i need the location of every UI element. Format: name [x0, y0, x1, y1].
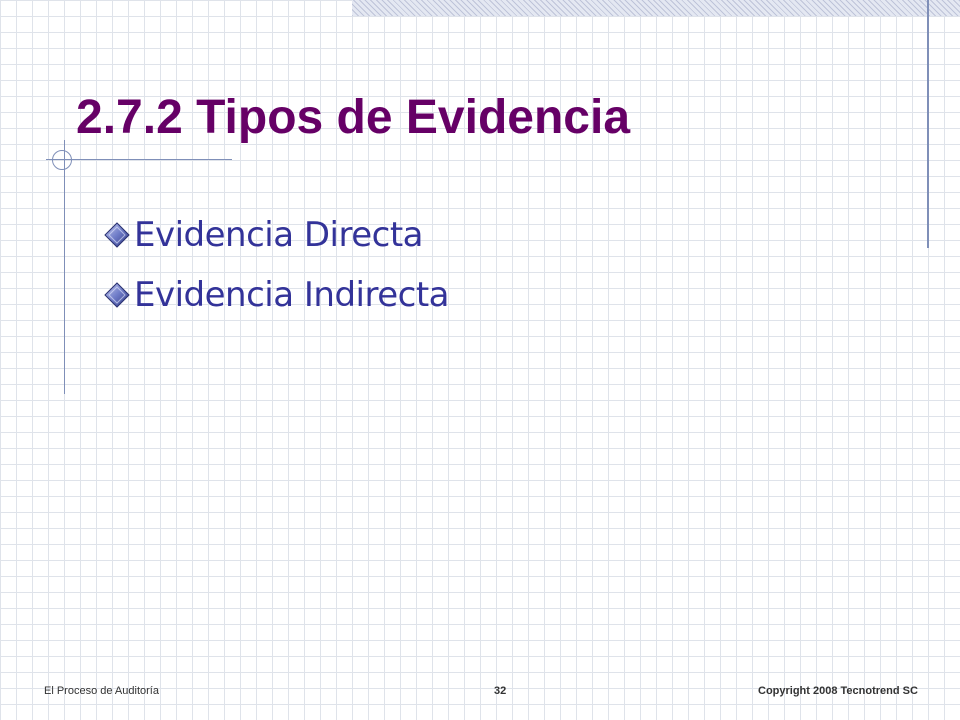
right-accent-line [927, 0, 929, 248]
left-accent-line [64, 140, 65, 394]
footer-copyright: Copyright 2008 Tecnotrend SC [758, 685, 918, 697]
title-accent-line [46, 159, 232, 160]
diamond-bullet-icon [104, 222, 130, 248]
top-pattern-band [352, 0, 960, 16]
bullet-label: Evidencia Directa [134, 215, 424, 255]
accent-circle [52, 150, 72, 170]
footer-presentation-title: El Proceso de Auditoría [44, 685, 159, 697]
slide-title: 2.7.2 Tipos de Evidencia [76, 91, 631, 144]
diamond-bullet-icon [104, 282, 130, 308]
footer-page-number: 32 [494, 685, 507, 697]
bullet-item-evidencia-directa: Evidencia Directa [104, 205, 449, 265]
bullet-item-evidencia-indirecta: Evidencia Indirecta [104, 265, 450, 325]
bullet-list: Evidencia Directa Evidencia Indirecta [104, 205, 450, 325]
bullet-label: Evidencia Indirecta [134, 275, 450, 315]
